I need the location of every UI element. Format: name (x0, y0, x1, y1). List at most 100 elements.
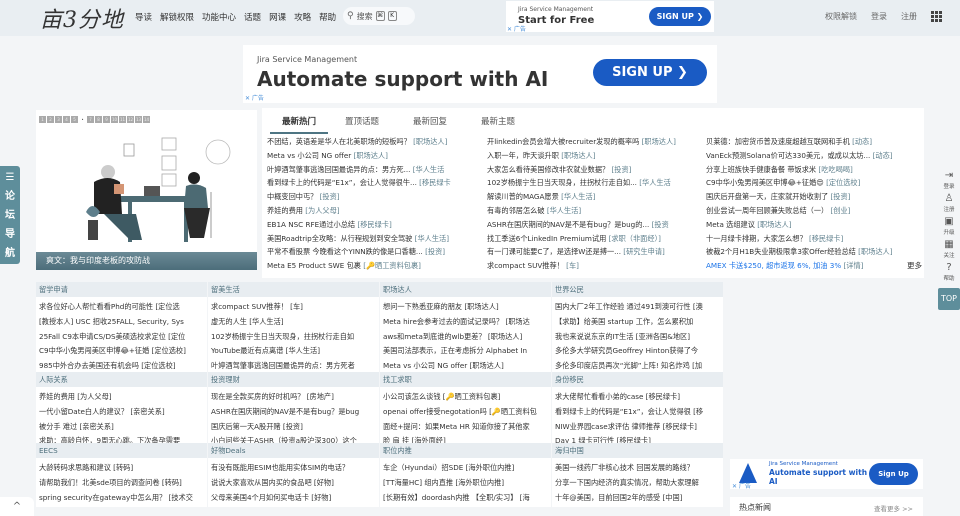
category-title[interactable]: 留学申请 (36, 282, 207, 297)
topic-tag[interactable]: [投资] (320, 192, 340, 201)
topic-link[interactable]: 找工季送6个LinkedIn Premium试用 [求职（非面经）] (487, 232, 702, 246)
category-item-link[interactable]: [TT海量HC] 组内直推 [海外职位内推] (383, 476, 549, 491)
category-item-link[interactable]: 请帮助我们！北美sde项目的调查问卷 [转码] (39, 476, 205, 491)
ad-banner-right[interactable]: Jira Service Management Automate support… (730, 459, 923, 490)
category-item-link[interactable]: 小公司该怎么谈钱 [🔑晒工资料包裹] (383, 390, 549, 405)
topic-tag[interactable]: [车] (566, 261, 579, 270)
category-title[interactable]: 找工求职 (380, 372, 551, 387)
topic-tag[interactable]: [华人生活] (547, 206, 581, 215)
category-item-link[interactable]: 面经+提问：如果Meta HR 知道你接了其他家 (383, 420, 549, 435)
page-dot-active[interactable]: • (79, 116, 86, 123)
topic-tag[interactable]: [投资] (612, 165, 632, 174)
category-item-link[interactable]: openai offer接受negotation吗 [🔑晒工资料包 (383, 405, 549, 420)
topic-title[interactable]: 不团结，英语差是华人在北美职场的短板吗？ (267, 137, 411, 146)
topic-tag[interactable]: [移民绿卡] (809, 234, 843, 243)
topic-link[interactable]: 美国Roadtrip全攻略：从行程规划到安全驾驶 [华人生活] (267, 232, 482, 246)
category-item-link[interactable]: 十年@美国，目前回国2年的感受 [中国] (555, 491, 721, 506)
page-dot[interactable]: 4 (63, 116, 70, 123)
category-item-link[interactable]: 父母来美国4个月如何买电话卡 [好物] (211, 491, 377, 506)
topic-tag[interactable]: [职场达人] (561, 151, 595, 160)
topic-link[interactable]: 被裁2个月H1B失业期极限拿3家Offer经验总结 [职场达人] (706, 245, 921, 259)
site-logo[interactable]: 亩3分地 (40, 2, 130, 34)
apps-grid-icon[interactable] (931, 11, 942, 22)
tool-upgrade[interactable]: ▣ 升级 (943, 216, 954, 236)
topic-title[interactable]: ASHR在国庆期间的NAV是不是有bug？是bug的... (487, 220, 649, 229)
collapse-chevron-icon[interactable]: ^ (0, 497, 34, 516)
category-item-link[interactable]: YouTube最近有点离谱 [华人生活] (211, 344, 377, 359)
category-item-link[interactable]: 看到绿卡上的代码是“E1x”，会让人觉得很 [移 (555, 405, 721, 420)
topic-link[interactable]: 102岁杨振宁生日当天现身，拄拐杖行走自如... [华人生活 (487, 176, 702, 190)
page-dot[interactable]: 9 (103, 116, 110, 123)
category-item-link[interactable]: 求compact SUV推荐！ [车] (211, 300, 377, 315)
topic-tag[interactable]: [🔑晒工资料包裹] (363, 261, 421, 270)
category-title[interactable]: 世界公民 (552, 282, 723, 297)
topic-tag[interactable]: [投资] (425, 247, 445, 256)
topic-title[interactable]: Meta E5 Product SWE 包裹 (267, 261, 361, 270)
category-item-link[interactable]: 多伦多大学研究员Geoffrey Hinton获得了今 (555, 344, 721, 359)
topic-link[interactable]: 分享上班族快手健康备餐 带饭求米 [吃吃喝喝] (706, 163, 921, 177)
category-title[interactable]: 留美生活 (208, 282, 379, 297)
topic-link[interactable]: 开linkedin会员会增大被recruiter发现的概率吗 [职场达人] (487, 135, 702, 149)
topic-link[interactable]: ASHR在国庆期间的NAV是不是有bug？是bug的... [投资 (487, 218, 702, 232)
topic-link[interactable]: 不团结，英语差是华人在北美职场的短板吗？ [职场达人] (267, 135, 482, 149)
category-item-link[interactable]: aws和meta到底谁的wlb更差？ [职场达人] (383, 330, 549, 345)
topic-title[interactable]: 找工季送6个LinkedIn Premium试用 (487, 234, 606, 243)
topic-tag[interactable]: [移民绿卡] (357, 220, 391, 229)
ad-banner-top[interactable]: Jira Service Management Start for Free S… (506, 1, 714, 33)
tool-login[interactable]: ⇥ 登录 (943, 170, 954, 190)
nav-item-guides[interactable]: 攻略 (294, 11, 311, 23)
category-item-link[interactable]: 一代小留Date白人的建议？ [亲密关系] (39, 405, 205, 420)
topic-link[interactable]: Meta 选组建议 [职场达人] (706, 218, 921, 232)
category-item-link[interactable]: 说说大家喜欢从国内买的食品吧 [好物] (211, 476, 377, 491)
tool-follow[interactable]: ▦ 关注 (943, 239, 954, 259)
page-dot[interactable]: 11 (119, 116, 126, 123)
category-title[interactable]: 职位内推 (380, 443, 551, 458)
topic-link[interactable]: 十一月绿卡排期，大家怎么想？ [移民绿卡] (706, 232, 921, 246)
topic-title[interactable]: 看到绿卡上的代码是“E1x”，会让人觉得很牛... (267, 178, 417, 187)
category-title[interactable]: 职场达人 (380, 282, 551, 297)
topic-tag[interactable]: [研究生申请] (623, 247, 665, 256)
topic-title[interactable]: 养娃的费用 (267, 206, 303, 215)
page-dot[interactable]: 1 (39, 116, 46, 123)
topic-title[interactable]: 美国Roadtrip全攻略：从行程规划到安全驾驶 (267, 234, 412, 243)
tab-pinned[interactable]: 置顶话题 (328, 112, 396, 134)
topic-tag[interactable]: [移民绿卡 (419, 178, 451, 187)
topic-link[interactable]: Meta vs 小公司 NG offer [职场达人] (267, 149, 482, 163)
scroll-top-button[interactable]: TOP (938, 288, 960, 310)
topic-tag[interactable]: [投资 (652, 220, 669, 229)
nav-item-unlock[interactable]: 解锁权限 (160, 11, 194, 23)
page-dot[interactable]: 7 (87, 116, 94, 123)
topic-tag[interactable]: [求职（非面经）] (609, 234, 661, 243)
topic-title[interactable]: Meta vs 小公司 NG offer (267, 151, 351, 160)
topic-tag[interactable]: [投资] (831, 192, 851, 201)
topic-link[interactable]: 国庆后开盘第一天，庄家就开始收割了 [投资] (706, 190, 921, 204)
topic-title[interactable]: 分享上班族快手健康备餐 带饭求米 (706, 165, 816, 174)
category-item-link[interactable]: [长期有效】doordash内推 【全职/实习】 [海 (383, 491, 549, 506)
category-item-link[interactable]: 美国司法部表示，正在考虑拆分 Alphabet In (383, 344, 549, 359)
nav-item-guide[interactable]: 导读 (135, 11, 152, 23)
topic-tag[interactable]: [为人父母] (305, 206, 339, 215)
topic-tag[interactable]: [定位选校] (826, 178, 860, 187)
topic-link[interactable]: AMEX 卡送$250, 超市返现 6%, 加油 3% [详情] (706, 259, 921, 273)
page-dot[interactable]: 13 (135, 116, 142, 123)
topic-tag[interactable]: [职场达人] (413, 137, 447, 146)
category-item-link[interactable]: 我也来说说东京的IT生活 [亚洲各国&地区] (555, 330, 721, 345)
topic-link[interactable]: 大家怎么看待美国修改非农就业数据？ [投资] (487, 163, 702, 177)
topic-title[interactable]: 十一月绿卡排期，大家怎么想？ (706, 234, 807, 243)
topic-link[interactable]: 求compact SUV推荐！ [车] (487, 259, 702, 273)
category-item-link[interactable]: 养娃的费用 [为人父母] (39, 390, 205, 405)
topic-tag[interactable]: [职场达人] (757, 220, 791, 229)
page-dot[interactable]: 3 (55, 116, 62, 123)
topic-link[interactable]: 有一门课可能要C了，是选择W还是搏一... [研究生申请] (487, 245, 702, 259)
topic-title[interactable]: 被裁2个月H1B失业期极限拿3家Offer经验总结 (706, 247, 856, 256)
topic-link[interactable]: 创业尝试一周年回顾兼失败总结（一） [创业] (706, 204, 921, 218)
category-item-link[interactable]: [教授本人] USC 招收25FALL, Security, Sys (39, 315, 205, 330)
topic-link[interactable]: VanEck预测Solana价可达330美元，或成以太坊... [动态] (706, 149, 921, 163)
category-title[interactable]: 身份移民 (552, 372, 723, 387)
topic-link[interactable]: 看到绿卡上的代码是“E1x”，会让人觉得很牛... [移民绿卡 (267, 176, 482, 190)
category-title[interactable]: 海归中国 (552, 443, 723, 458)
tab-latest-hot[interactable]: 最新热门 (270, 112, 328, 134)
topic-title[interactable]: C9中华小兔男闯美区申博😂+征婚😍 (706, 178, 824, 187)
ad-close-icon[interactable]: ✕ 广告 (507, 24, 526, 33)
category-item-link[interactable]: 有没有既能用ESIM也能用实体SIM的电话？ (211, 461, 377, 476)
